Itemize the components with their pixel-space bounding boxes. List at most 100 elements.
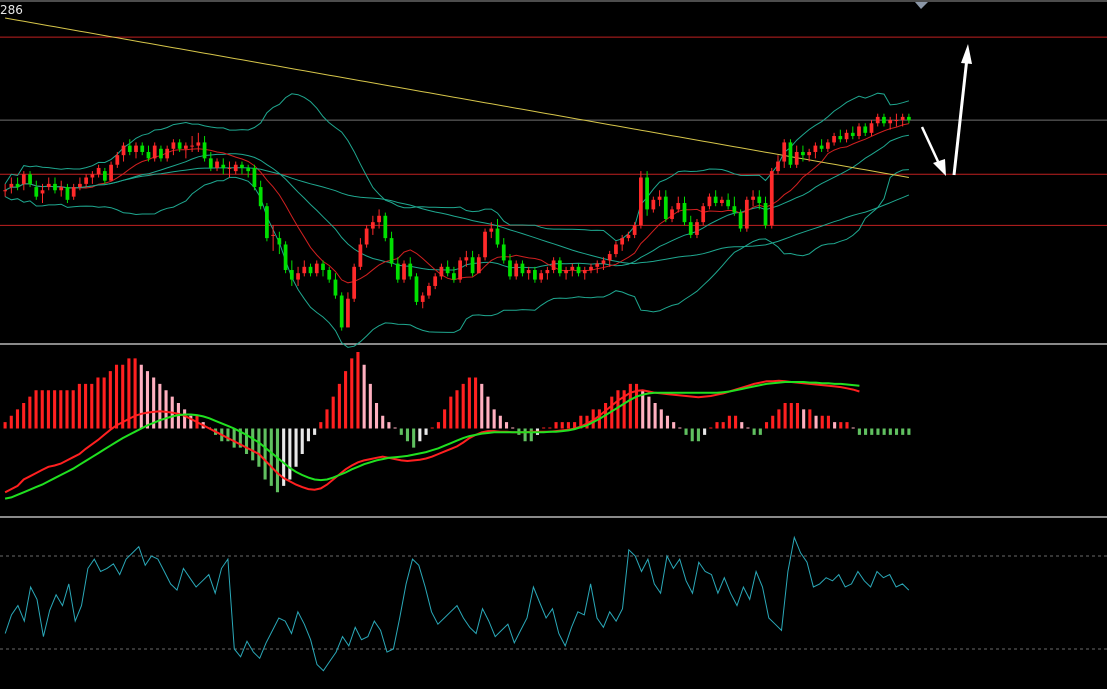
- candle-body: [127, 145, 132, 152]
- candle-body: [526, 270, 531, 274]
- candle-body: [333, 279, 338, 296]
- candle-body: [427, 285, 431, 296]
- candle-body: [651, 199, 656, 210]
- candle-body: [59, 187, 64, 191]
- candle-body: [40, 190, 45, 194]
- candle-body: [289, 270, 294, 280]
- candle-body: [34, 187, 39, 197]
- candle-body: [501, 244, 506, 261]
- candle-body: [258, 187, 263, 207]
- candle-body: [202, 142, 207, 159]
- candle-body: [695, 222, 699, 235]
- candle-body: [408, 263, 413, 277]
- macd-dea-line: [4, 381, 860, 500]
- candle-body: [582, 270, 587, 274]
- candle-body: [614, 244, 618, 255]
- candle-body: [346, 298, 350, 328]
- candle-body: [900, 116, 905, 121]
- macd-dif-line: [4, 379, 860, 494]
- candle-body: [813, 145, 818, 152]
- candle-body: [663, 196, 668, 219]
- candle-body: [595, 263, 600, 267]
- candle-body: [414, 276, 419, 302]
- candle-body: [377, 215, 381, 223]
- candle-body: [146, 151, 151, 159]
- candle-body: [109, 164, 113, 181]
- candle-body: [252, 167, 257, 188]
- candle-body: [707, 196, 712, 207]
- candle-body: [15, 183, 20, 188]
- candle-body: [838, 136, 843, 140]
- candle-body: [751, 196, 755, 200]
- candle-body: [589, 266, 593, 271]
- candle-body: [308, 266, 313, 274]
- candle-body: [370, 222, 375, 229]
- candle-body: [134, 145, 138, 152]
- candle-body: [358, 244, 363, 267]
- candle-body: [152, 145, 157, 159]
- candle-body: [395, 263, 400, 280]
- candle-body: [632, 225, 637, 235]
- candle-body: [277, 238, 282, 245]
- candle-body: [177, 142, 182, 149]
- candle-body: [321, 263, 325, 271]
- candle-body: [383, 215, 388, 239]
- candle-body: [227, 167, 232, 169]
- candle-body: [352, 266, 357, 299]
- candle-body: [832, 136, 836, 143]
- candle-body: [620, 238, 625, 245]
- candle-body: [769, 171, 774, 226]
- candle-body: [763, 203, 768, 226]
- candle-body: [807, 151, 812, 156]
- candle-body: [165, 148, 170, 159]
- candle-body: [327, 270, 332, 280]
- candle-body: [452, 273, 456, 280]
- candle-body: [857, 126, 861, 137]
- candle-body: [688, 222, 693, 235]
- candle-body: [776, 161, 780, 172]
- candle-body: [489, 228, 494, 232]
- candle-body: [819, 145, 824, 149]
- candle-body: [445, 266, 450, 274]
- candle-body: [433, 276, 438, 286]
- candle-body: [96, 167, 101, 175]
- candle-body: [576, 266, 581, 274]
- candle-body: [78, 183, 82, 188]
- candle-body: [483, 231, 487, 258]
- candle-body: [71, 187, 76, 197]
- top-marker: [915, 2, 928, 9]
- candle-body: [53, 183, 57, 191]
- candle-body: [364, 228, 369, 245]
- candle-body: [863, 126, 868, 133]
- candle-body: [907, 116, 911, 121]
- candle-body: [701, 206, 706, 223]
- candle-body: [3, 190, 7, 192]
- candle-body: [720, 199, 724, 204]
- candle-body: [788, 142, 793, 165]
- candle-body: [570, 266, 575, 271]
- candle-body: [564, 270, 568, 274]
- arrow-down-head: [933, 159, 946, 176]
- candle-body: [283, 244, 288, 271]
- candle-body: [744, 199, 749, 229]
- candle-body: [246, 167, 251, 172]
- candle-body: [882, 116, 886, 124]
- candle-body: [757, 196, 762, 204]
- candle-body: [233, 164, 238, 172]
- candle-body: [782, 142, 787, 162]
- candle-body: [196, 142, 201, 146]
- candle-body: [296, 273, 300, 280]
- candle-body: [9, 183, 14, 188]
- candle-body: [657, 196, 662, 200]
- osc-line: [4, 535, 910, 672]
- candle-body: [676, 203, 681, 210]
- candle-body: [825, 142, 830, 149]
- candle-body: [420, 295, 425, 302]
- arrow-up-stroke: [952, 57, 969, 176]
- arrow-up-head: [961, 44, 972, 64]
- candle-body: [28, 174, 32, 184]
- candle-body: [90, 174, 95, 178]
- candle-body: [844, 132, 849, 140]
- candle-body: [551, 260, 556, 271]
- candle-body: [607, 254, 612, 261]
